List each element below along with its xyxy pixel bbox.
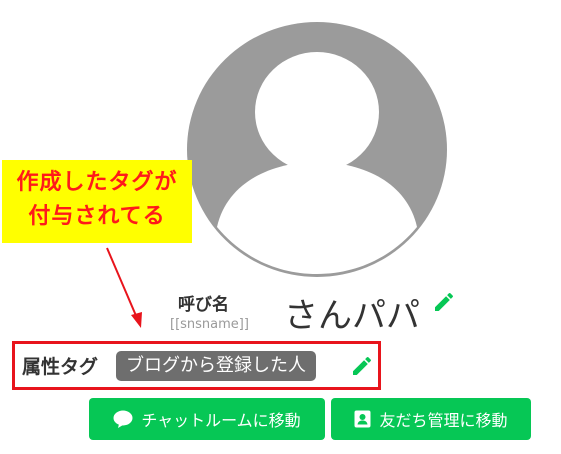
- nickname-label: 呼び名: [178, 295, 229, 315]
- chat-room-button[interactable]: チャットルームに移動: [89, 398, 325, 440]
- chat-room-button-label: チャットルームに移動: [141, 411, 301, 430]
- nickname-value: さんパパ: [284, 296, 420, 336]
- edit-nickname-pencil-icon[interactable]: [432, 290, 456, 314]
- chat-bubble-icon: [113, 410, 133, 428]
- attribute-tag-label: 属性タグ: [22, 356, 99, 378]
- friend-management-button-label: 友だち管理に移動: [379, 411, 508, 430]
- edit-attribute-pencil-icon[interactable]: [350, 354, 374, 378]
- nickname-variable: [[snsname]]: [170, 317, 249, 332]
- annotation-callout: 作成したタグが 付与されてる: [2, 160, 192, 243]
- annotation-line-2: 付与されてる: [28, 204, 166, 229]
- annotation-line-1: 作成したタグが: [16, 170, 178, 195]
- user-avatar-icon: [187, 22, 447, 277]
- attribute-tag-chip: ブログから登録した人: [116, 351, 316, 381]
- friend-management-button[interactable]: 友だち管理に移動: [331, 398, 531, 440]
- contact-card-icon: [354, 410, 371, 428]
- profile-panel: 作成したタグが 付与されてる 呼び名 [[snsname]] さんパパ 属性タグ…: [0, 0, 561, 454]
